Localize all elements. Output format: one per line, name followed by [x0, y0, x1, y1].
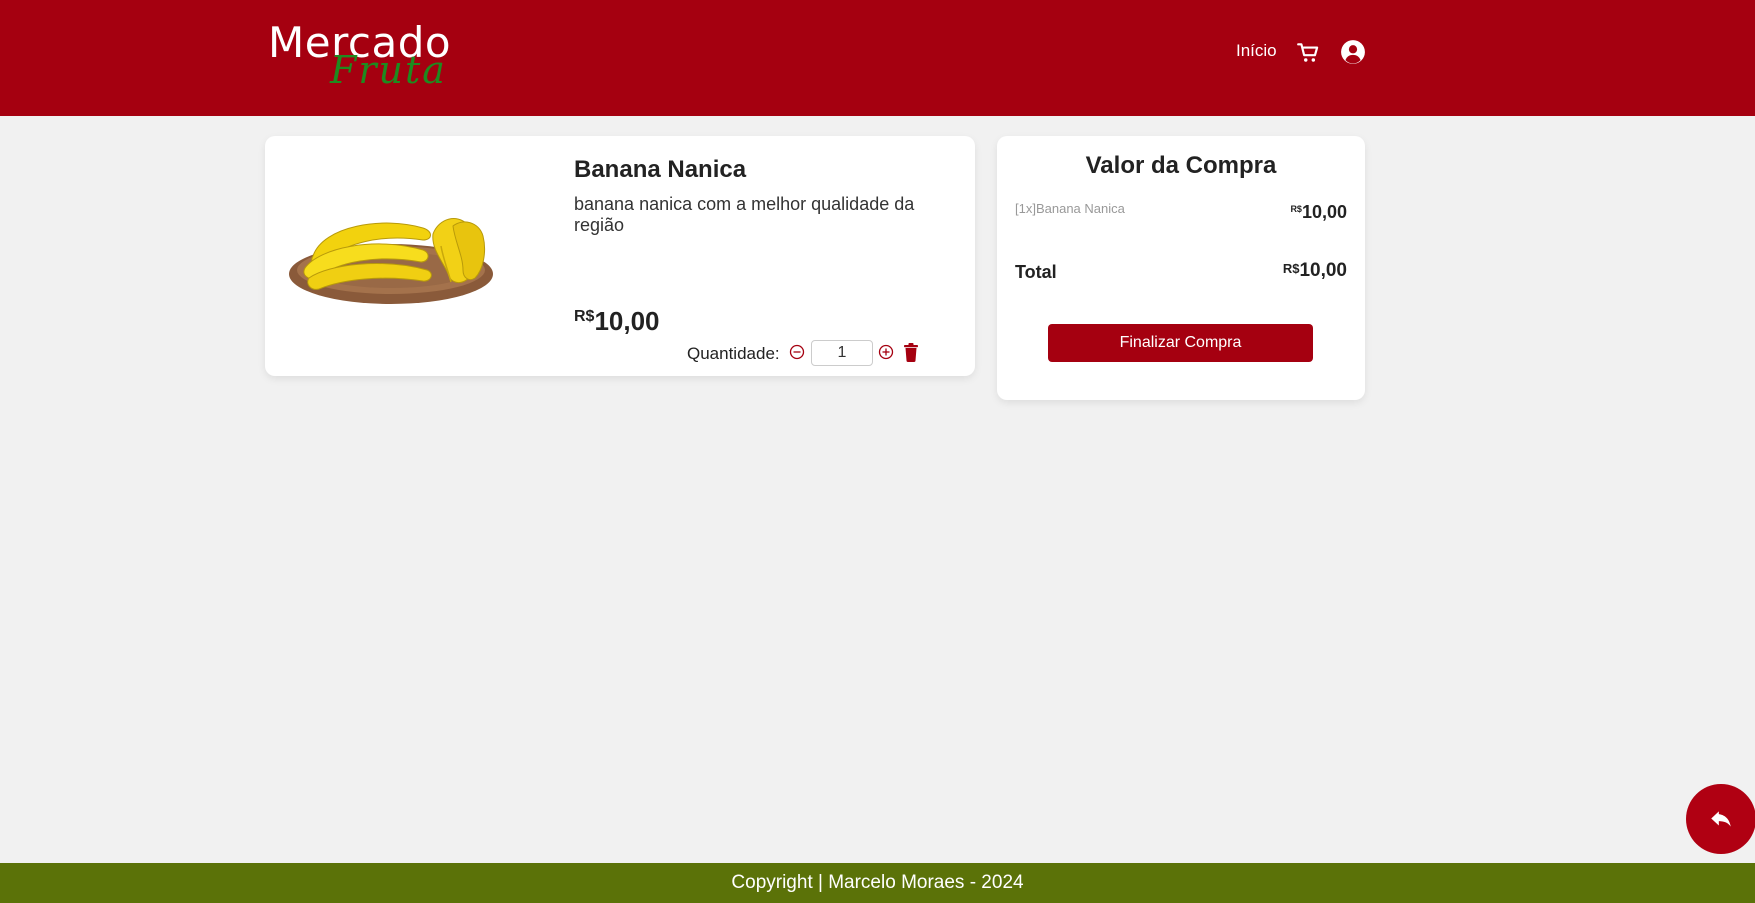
product-price-currency: R$: [574, 308, 595, 325]
user-circle-icon[interactable]: [1340, 39, 1366, 65]
summary-item-price: R$10,00: [1290, 202, 1347, 223]
header: Mercado Fruta Início: [0, 0, 1755, 116]
summary-item-currency: R$: [1290, 204, 1302, 214]
trash-icon[interactable]: [902, 342, 920, 362]
cart-item-card: Banana Nanica banana nanica com a melhor…: [265, 136, 975, 376]
purchase-summary-card: Valor da Compra [1x]Banana Nanica R$10,0…: [997, 136, 1365, 400]
logo[interactable]: Mercado Fruta: [268, 18, 468, 92]
total-amount: 10,00: [1299, 260, 1347, 281]
quantity-label: Quantidade:: [687, 344, 780, 363]
total-price: R$10,00: [1283, 260, 1347, 282]
product-description: banana nanica com a melhor qualidade da …: [574, 194, 915, 235]
footer: Copyright | Marcelo Moraes - 2024: [0, 863, 1755, 903]
product-name: Banana Nanica: [574, 156, 747, 183]
reply-arrow-icon: [1711, 811, 1731, 827]
footer-copyright: Copyright | Marcelo Moraes - 2024: [731, 872, 1024, 893]
product-price-amount: 10,00: [594, 306, 660, 336]
summary-title: Valor da Compra: [1085, 152, 1277, 179]
summary-item-amount: 10,00: [1301, 202, 1347, 222]
summary-item-label: [1x]Banana Nanica: [1015, 201, 1125, 216]
logo-sub-text: Fruta: [330, 48, 447, 92]
product-price: R$10,00: [574, 306, 660, 337]
nav-home-link[interactable]: Início: [1236, 41, 1277, 61]
increase-quantity-icon[interactable]: [877, 343, 895, 361]
banana-bunch-image: [289, 218, 493, 304]
quantity-input[interactable]: [811, 340, 873, 366]
cart-icon[interactable]: [1296, 40, 1322, 66]
decrease-quantity-icon[interactable]: [788, 343, 806, 361]
back-button[interactable]: [1686, 784, 1755, 854]
total-label: Total: [1015, 262, 1057, 282]
total-currency: R$: [1282, 261, 1300, 276]
checkout-button[interactable]: Finalizar Compra: [1048, 324, 1313, 362]
